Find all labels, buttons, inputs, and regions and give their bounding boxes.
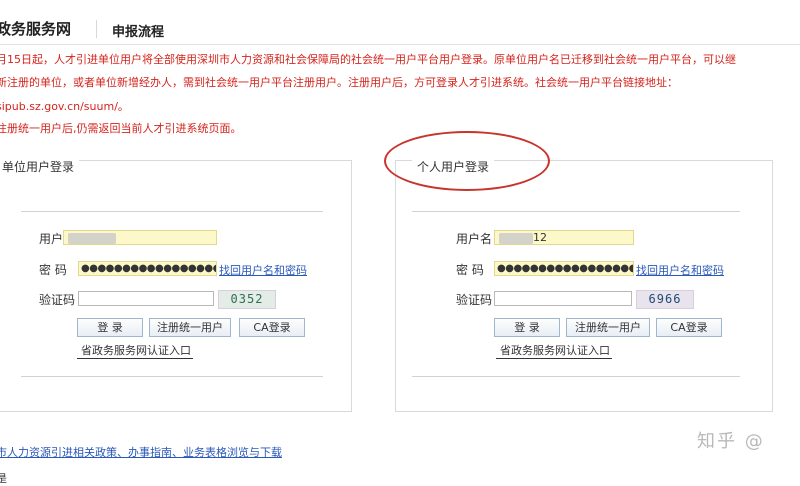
notice-line-3: sipub.sz.gov.cn/suum/。 (0, 98, 129, 114)
unit-login-title: 单位用户登录 (0, 158, 80, 175)
personal-captcha-input[interactable] (494, 291, 632, 306)
unit-register-button[interactable]: 注册统一用户 (149, 318, 231, 337)
unit-login-panel: 单位用户登录 用户 密 码 ●●●●●●●●●●●●●●●●●●●● 找回用户名… (0, 158, 352, 412)
unit-username-label: 用户 (39, 232, 64, 246)
unit-login-button[interactable]: 登 录 (77, 318, 143, 337)
header-rule (0, 44, 800, 45)
personal-register-button[interactable]: 注册统一用户 (566, 318, 650, 337)
unit-password-label: 密 码 (39, 263, 67, 277)
redacted-username (499, 232, 533, 244)
personal-recover-account-link[interactable]: 找回用户名和密码 (636, 262, 724, 278)
unit-recover-account-link[interactable]: 找回用户名和密码 (219, 262, 307, 278)
notice-line-3-suffix: 。 (117, 100, 129, 113)
personal-username-suffix: 12 (533, 231, 547, 244)
personal-username-field[interactable]: 12 (494, 230, 634, 245)
notice-line-2: 新注册的单位，或者单位新增经办人，需到社会统一用户平台注册用户。注册用户后，方可… (0, 76, 678, 89)
policy-download-link[interactable]: 市人力资源引进相关政策、办事指南、业务表格浏览与下载 (0, 444, 282, 460)
notice-line-1: 月15日起，人才引进单位用户将全部使用深圳市人力资源和社会保障局的社会统一用户平… (0, 53, 736, 66)
personal-password-label: 密 码 (456, 263, 484, 277)
notice-line-4: 注册统一用户后,仍需返回当前人才引进系统页面。 (0, 122, 242, 135)
page-header: 政务服务网 申报流程 (0, 0, 800, 45)
application-process-link[interactable]: 申报流程 (112, 21, 164, 40)
site-title: 政务服务网 (0, 20, 72, 38)
panel-divider (412, 211, 740, 212)
zhihu-watermark: 知乎 @ (697, 431, 765, 452)
highlight-circle (384, 131, 550, 191)
unit-ca-login-button[interactable]: CA登录 (239, 318, 305, 337)
redacted-username (68, 232, 116, 244)
unit-captcha-image[interactable]: 0352 (218, 290, 276, 309)
personal-ca-login-button[interactable]: CA登录 (656, 318, 722, 337)
personal-login-panel: 个人用户登录 用户名 12 密 码 ●●●●●●●●●●●●●●●●●●●● 找… (395, 158, 773, 412)
unit-captcha-label: 验证码 (39, 293, 76, 307)
personal-captcha-image[interactable]: 6966 (636, 290, 694, 309)
panel-divider (412, 376, 740, 377)
unified-platform-link[interactable]: sipub.sz.gov.cn/suum/ (0, 100, 118, 113)
personal-captcha-label: 验证码 (456, 293, 493, 307)
personal-login-button[interactable]: 登 录 (494, 318, 560, 337)
unit-password-field[interactable]: ●●●●●●●●●●●●●●●●●●●● (78, 261, 217, 276)
personal-password-field[interactable]: ●●●●●●●●●●●●●●●●●●●● (494, 261, 634, 276)
unit-province-cert-link[interactable]: 省政务服务网认证入口 (77, 342, 193, 359)
panel-divider (21, 211, 323, 212)
footer-text: 是 (0, 472, 7, 485)
personal-province-cert-link[interactable]: 省政务服务网认证入口 (496, 342, 612, 359)
unit-username-field[interactable] (63, 230, 217, 245)
panel-divider (21, 376, 323, 377)
personal-username-label: 用户名 (456, 232, 493, 246)
unit-captcha-input[interactable] (78, 291, 214, 306)
header-divider (96, 20, 97, 38)
